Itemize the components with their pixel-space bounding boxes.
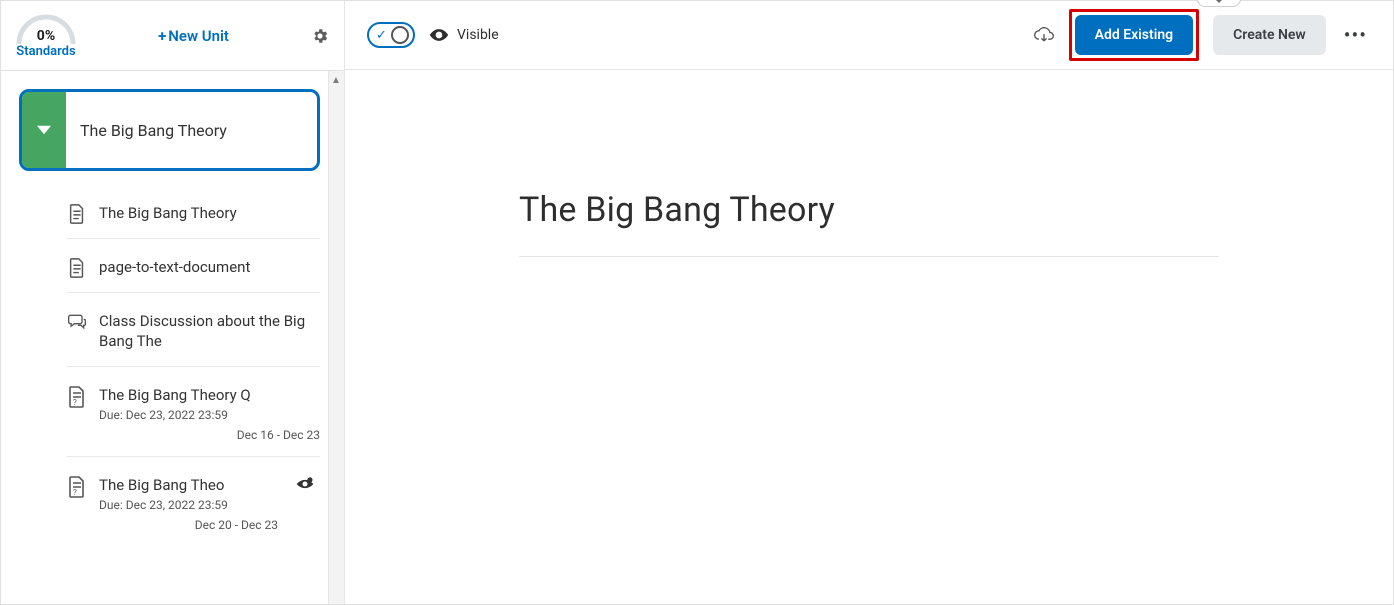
- download-button[interactable]: [1033, 25, 1055, 45]
- settings-button[interactable]: [306, 22, 334, 50]
- content-item[interactable]: page-to-text-document: [67, 238, 320, 292]
- gear-icon: [311, 27, 329, 45]
- svg-text:?: ?: [73, 398, 77, 407]
- scroll-up-icon[interactable]: ▲: [328, 71, 344, 89]
- main-panel: ✓ Visible Add Existing Create New ••• Th…: [345, 1, 1393, 604]
- plus-icon: +: [158, 27, 166, 45]
- sidebar-header: 0% Standards +New Unit: [1, 1, 344, 71]
- quiz-icon: ?: [67, 475, 87, 498]
- item-title: Class Discussion about the Big Bang The: [99, 311, 320, 352]
- eye-icon: [429, 28, 449, 42]
- unit-card-selected[interactable]: The Big Bang Theory: [19, 89, 320, 171]
- sidebar: 0% Standards +New Unit ▲ The Big Bang Th…: [1, 1, 345, 604]
- item-title: The Big Bang Theory Q: [99, 385, 279, 405]
- item-date-range: Dec 16 - Dec 23: [99, 428, 320, 442]
- new-unit-button[interactable]: +New Unit: [91, 27, 296, 45]
- visibility-status[interactable]: Visible: [429, 27, 499, 43]
- special-visibility-icon[interactable]: [290, 475, 320, 492]
- visibility-toggle[interactable]: ✓: [367, 22, 415, 48]
- content-item[interactable]: The Big Bang Theory: [67, 185, 320, 238]
- caret-down-icon: [37, 123, 51, 137]
- content-toolbar: ✓ Visible Add Existing Create New •••: [345, 1, 1393, 70]
- toggle-knob: [391, 26, 409, 44]
- quiz-icon: ?: [67, 385, 87, 408]
- unit-expand-toggle[interactable]: [22, 92, 66, 168]
- scrollbar[interactable]: [328, 71, 344, 604]
- progress-percent: 0%: [14, 28, 78, 44]
- content-area: The Big Bang Theory: [345, 70, 1393, 604]
- item-due-date: Due: Dec 23, 2022 23:59: [99, 408, 320, 422]
- page-title: The Big Bang Theory: [519, 190, 1219, 230]
- progress-gauge-icon: 0%: [14, 12, 78, 44]
- content-item[interactable]: ? The Big Bang Theo Due: Dec 23, 2022 23…: [67, 456, 320, 546]
- ellipsis-icon: •••: [1344, 23, 1367, 47]
- unit-title: The Big Bang Theory: [66, 121, 227, 140]
- content-item[interactable]: ? The Big Bang Theory Q Due: Dec 23, 202…: [67, 366, 320, 456]
- visibility-label: Visible: [457, 27, 499, 43]
- document-icon: [67, 203, 87, 224]
- item-title: page-to-text-document: [99, 257, 320, 277]
- item-due-date: Due: Dec 23, 2022 23:59: [99, 498, 278, 512]
- create-new-button[interactable]: Create New: [1213, 15, 1326, 55]
- unit-items: The Big Bang Theory page-to-text-documen…: [67, 185, 320, 546]
- item-title: The Big Bang Theory: [99, 203, 320, 223]
- standards-gauge[interactable]: 0% Standards: [11, 12, 81, 59]
- title-divider: [519, 256, 1219, 257]
- svg-text:?: ?: [73, 488, 77, 497]
- standards-link[interactable]: Standards: [16, 44, 75, 59]
- check-icon: ✓: [376, 28, 387, 43]
- highlight-add-existing: Add Existing: [1069, 9, 1200, 61]
- sidebar-body: ▲ The Big Bang Theory The Big Bang Theor…: [1, 71, 344, 604]
- add-existing-button[interactable]: Add Existing: [1075, 15, 1194, 55]
- discussion-icon: [67, 311, 87, 332]
- cloud-download-icon: [1033, 25, 1055, 45]
- document-icon: [67, 257, 87, 278]
- chevron-down-icon: [1213, 0, 1225, 5]
- collapse-tab[interactable]: [1197, 0, 1241, 7]
- content-item[interactable]: Class Discussion about the Big Bang The: [67, 292, 320, 366]
- more-actions-button[interactable]: •••: [1340, 23, 1371, 47]
- item-title: The Big Bang Theo: [99, 475, 278, 495]
- item-date-range: Dec 20 - Dec 23: [99, 518, 278, 532]
